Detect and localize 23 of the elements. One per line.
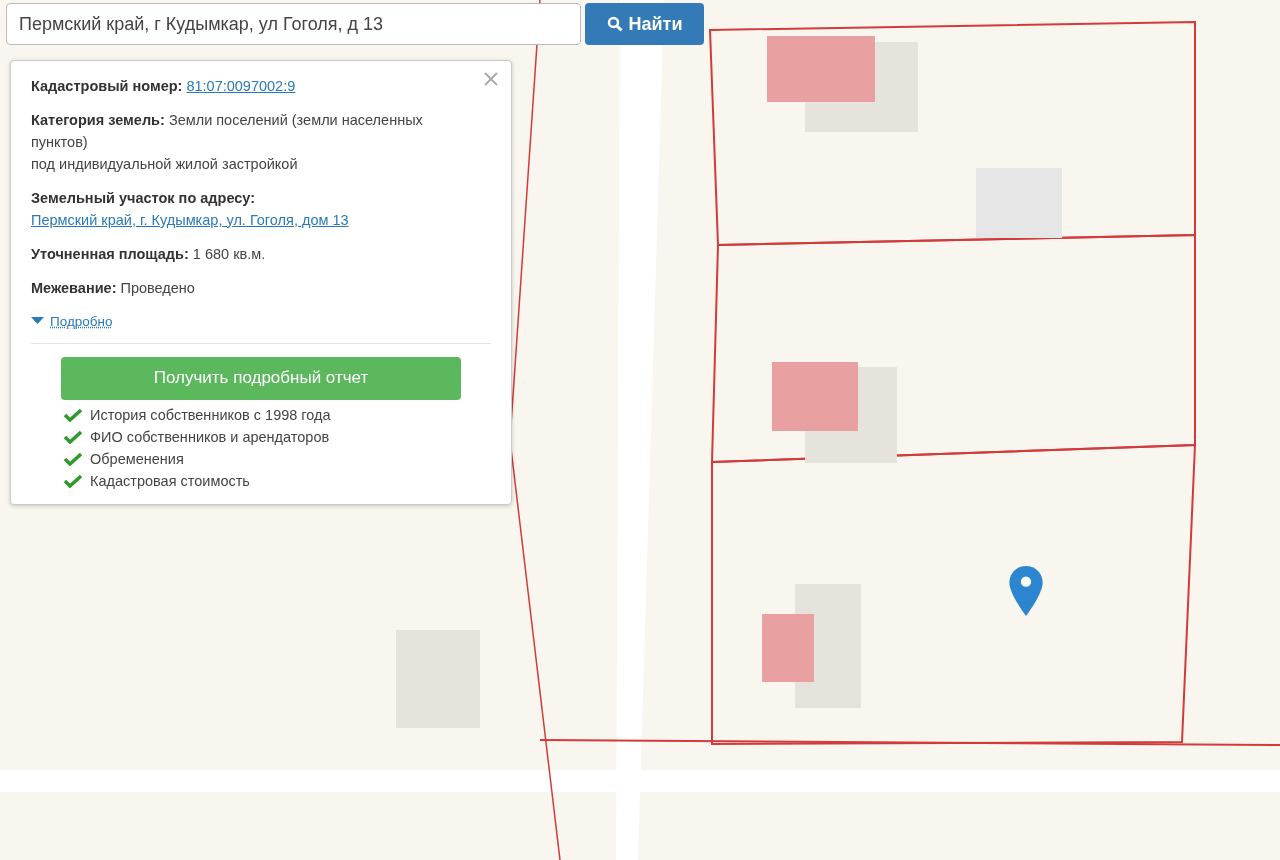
check-icon [64, 473, 82, 488]
close-icon[interactable] [483, 71, 499, 87]
details-link[interactable]: Подробно [31, 313, 113, 329]
feature-text: Кадастровая стоимость [90, 472, 250, 489]
info-line: Межевание: Проведено [31, 279, 196, 298]
value-link[interactable]: 81:07:0097002:9 [186, 78, 296, 94]
check-icon [64, 407, 82, 422]
map-pin-icon[interactable] [1008, 565, 1044, 617]
check-icon [64, 429, 82, 444]
feature-text: ФИО собственников и арендаторов [90, 428, 330, 445]
caret-icon [31, 317, 44, 325]
search-field[interactable]: Пермский край, г Кудымкар, ул Гоголя, д 13 [6, 3, 581, 45]
value-link[interactable]: Пермский край, г. Кудымкар, ул. Гоголя, дом 13 [31, 209, 431, 231]
check-icon [64, 451, 82, 466]
search-button[interactable]: Найти [585, 3, 704, 45]
feature-text: История собственников с 1998 года [90, 406, 331, 423]
info-line: Категория земель: Земли поселений (земли населенных пунктов) под индивидуальной жилой застройкой [31, 111, 424, 174]
search-icon [606, 16, 623, 32]
report-button[interactable]: Получить подробный отчет [61, 356, 461, 400]
info-line: Уточненная площадь: 1 680 кв.м. [31, 245, 267, 264]
info-line: Кадастровый номер: 81:07:0097002:9 [31, 77, 297, 96]
info-line: Земельный участок по адресу: Пермский край, г. Кудымкар, ул. Гоголя, дом 13 [31, 187, 431, 231]
feature-text: Обременения [90, 450, 184, 467]
